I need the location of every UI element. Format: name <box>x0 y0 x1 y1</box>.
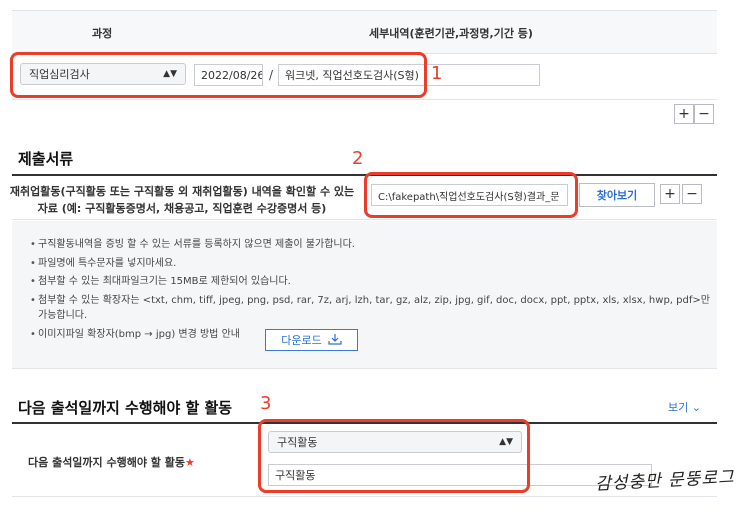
documents-label: 재취업활동(구직활동 또는 구직활동 외 재취업활동) 내역을 확인할 수 있는… <box>6 183 358 217</box>
find-file-button[interactable]: 찾아보기 <box>579 183 655 207</box>
annotation-box-1 <box>10 52 427 98</box>
header-detail: 세부내역(훈련기관,과정명,기간 등) <box>369 27 533 40</box>
download-button[interactable]: 다운로드 <box>265 329 358 351</box>
header-course: 과정 <box>92 27 113 40</box>
activity-title: 다음 출석일까지 수행해야 할 활동 <box>18 399 233 417</box>
notice-list: 구직활동내역을 증빙 할 수 있는 서류를 등록하지 않으면 제출이 불가합니다… <box>30 237 710 345</box>
activity-label-text: 다음 출석일까지 수행해야 할 활동 <box>28 456 185 469</box>
annotation-box-2 <box>364 172 578 218</box>
remove-course-button[interactable]: − <box>694 104 714 124</box>
view-toggle-link[interactable]: 보기 ⌄ <box>668 399 701 415</box>
documents-label-line2: 자료 (예: 구직활동증명서, 채용공고, 직업훈련 수강증명서 등) <box>37 202 327 215</box>
required-mark: ★ <box>185 456 195 469</box>
download-button-label: 다운로드 <box>281 334 322 347</box>
documents-label-line1: 재취업활동(구직활동 또는 구직활동 외 재취업활동) 내역을 확인할 수 있는 <box>9 185 355 198</box>
view-link-label: 보기 <box>668 401 689 414</box>
activity-label: 다음 출석일까지 수행해야 할 활동★ <box>28 454 195 470</box>
add-course-button[interactable]: + <box>674 104 694 124</box>
notice-item: 첨부할 수 있는 최대파일크기는 15MB로 제한되어 있습니다. <box>30 274 710 290</box>
notice-item: 파일명에 특수문자를 넣지마세요. <box>30 256 710 272</box>
documents-title: 제출서류 <box>18 150 74 168</box>
chevron-down-icon: ⌄ <box>691 401 701 414</box>
course-table-header: 과정 세부내역(훈련기관,과정명,기간 등) <box>12 10 717 54</box>
notice-item: 이미지파일 확장자(bmp → jpg) 변경 방법 안내 <box>30 327 710 343</box>
notice-item: 구직활동내역을 증빙 할 수 있는 서류를 등록하지 않으면 제출이 불가합니다… <box>30 237 710 253</box>
notice-box: 구직활동내역을 증빙 할 수 있는 서류를 등록하지 않으면 제출이 불가합니다… <box>12 221 717 369</box>
download-icon <box>328 333 342 348</box>
annotation-number-1: 1 <box>431 63 443 84</box>
notice-item: 첨부할 수 있는 확장자는 <txt, chm, tiff, jpeg, png… <box>30 293 710 324</box>
notice-item-text: 이미지파일 확장자(bmp → jpg) 변경 방법 안내 <box>38 328 240 340</box>
annotation-box-3 <box>258 419 530 493</box>
annotation-number-3: 3 <box>260 393 272 414</box>
remove-document-button[interactable]: − <box>682 184 702 204</box>
add-document-button[interactable]: + <box>660 184 680 204</box>
annotation-number-2: 2 <box>352 148 364 169</box>
